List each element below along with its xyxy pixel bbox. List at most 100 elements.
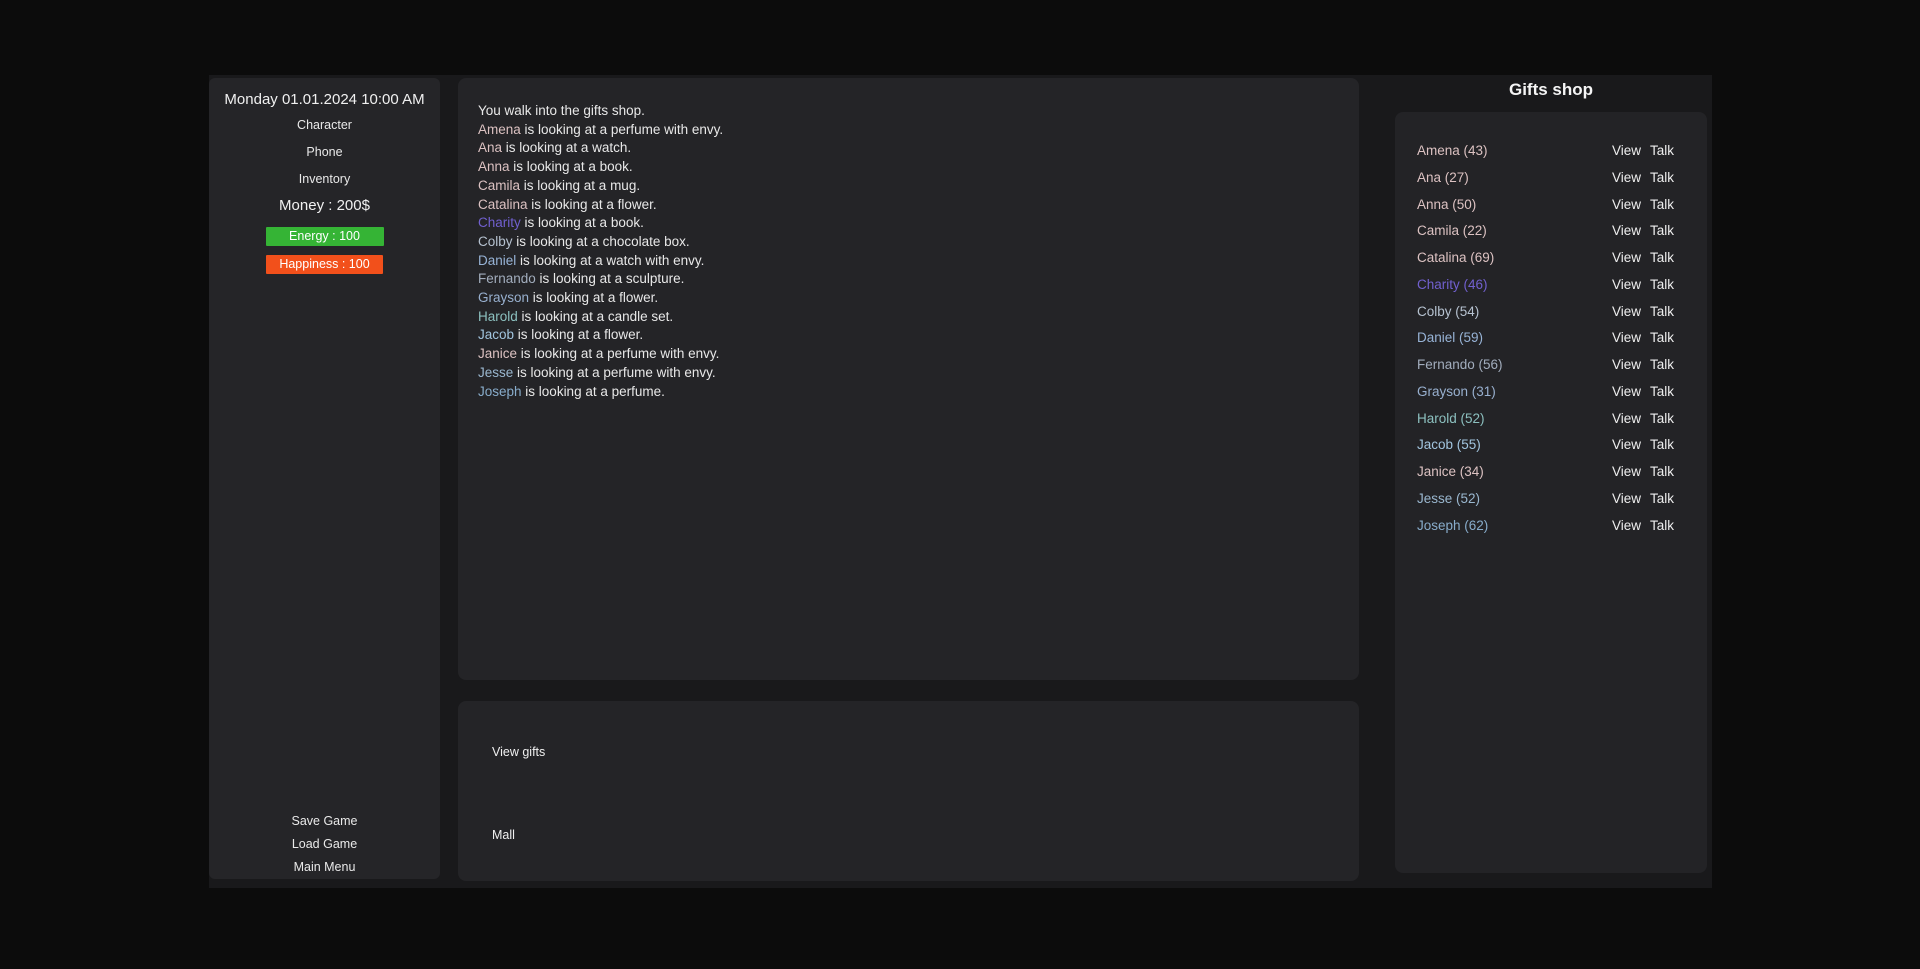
view-link[interactable]: View — [1612, 165, 1641, 192]
shop-character-name: Jesse (52) — [1417, 486, 1480, 513]
talk-link[interactable]: Talk — [1650, 459, 1674, 486]
save-game-button[interactable]: Save Game — [209, 810, 440, 833]
log-line: Fernando is looking at a sculpture. — [478, 270, 1339, 289]
view-link[interactable]: View — [1612, 325, 1641, 352]
view-link[interactable]: View — [1612, 272, 1641, 299]
log-line: Catalina is looking at a flower. — [478, 196, 1339, 215]
shop-row: Jesse (52) View Talk — [1395, 486, 1707, 513]
shop-row: Daniel (59) View Talk — [1395, 325, 1707, 352]
shop-character-name: Harold (52) — [1417, 406, 1485, 433]
view-link[interactable]: View — [1612, 459, 1641, 486]
log-line: Harold is looking at a candle set. — [478, 308, 1339, 327]
shop-row: Camila (22) View Talk — [1395, 218, 1707, 245]
talk-link[interactable]: Talk — [1650, 245, 1674, 272]
happiness-badge: Happiness : 100 — [266, 255, 383, 274]
energy-badge: Energy : 100 — [266, 227, 384, 246]
log-character-name: Camila — [478, 178, 520, 193]
log-character-name: Amena — [478, 122, 521, 137]
log-line: Charity is looking at a book. — [478, 214, 1339, 233]
view-link[interactable]: View — [1612, 352, 1641, 379]
shop-title: Gifts shop — [1395, 80, 1707, 102]
sidebar-item-inventory[interactable]: Inventory — [209, 167, 440, 191]
view-link[interactable]: View — [1612, 432, 1641, 459]
talk-link[interactable]: Talk — [1650, 218, 1674, 245]
talk-link[interactable]: Talk — [1650, 486, 1674, 513]
talk-link[interactable]: Talk — [1650, 406, 1674, 433]
mall-button[interactable]: Mall — [492, 827, 515, 843]
main-menu-button[interactable]: Main Menu — [209, 856, 440, 879]
log-line: Jesse is looking at a perfume with envy. — [478, 364, 1339, 383]
talk-link[interactable]: Talk — [1650, 513, 1674, 540]
shop-character-name: Grayson (31) — [1417, 379, 1496, 406]
log-character-name: Grayson — [478, 290, 529, 305]
shop-row: Catalina (69) View Talk — [1395, 245, 1707, 272]
view-link[interactable]: View — [1612, 192, 1641, 219]
talk-link[interactable]: Talk — [1650, 165, 1674, 192]
talk-link[interactable]: Talk — [1650, 432, 1674, 459]
log-character-name: Janice — [478, 346, 517, 361]
shop-character-name: Catalina (69) — [1417, 245, 1494, 272]
log-line: Daniel is looking at a watch with envy. — [478, 252, 1339, 271]
shop-row: Amena (43) View Talk — [1395, 138, 1707, 165]
view-gifts-button[interactable]: View gifts — [492, 744, 545, 760]
shop-character-name: Amena (43) — [1417, 138, 1488, 165]
view-link[interactable]: View — [1612, 218, 1641, 245]
talk-link[interactable]: Talk — [1650, 272, 1674, 299]
sidebar-item-character[interactable]: Character — [209, 113, 440, 137]
log-character-name: Charity — [478, 215, 521, 230]
log-character-name: Harold — [478, 309, 518, 324]
log-line: Janice is looking at a perfume with envy… — [478, 345, 1339, 364]
log-character-name: Daniel — [478, 253, 516, 268]
money-label: Money : 200$ — [209, 196, 440, 216]
shop-character-name: Ana (27) — [1417, 165, 1469, 192]
shop-character-name: Joseph (62) — [1417, 513, 1488, 540]
view-link[interactable]: View — [1612, 379, 1641, 406]
talk-link[interactable]: Talk — [1650, 192, 1674, 219]
talk-link[interactable]: Talk — [1650, 352, 1674, 379]
event-log-panel: You walk into the gifts shop.Amena is lo… — [458, 78, 1359, 680]
sidebar-item-phone[interactable]: Phone — [209, 140, 440, 164]
shop-character-list: Amena (43)ViewTalkAna (27)ViewTalkAnna (… — [1395, 138, 1707, 539]
view-link[interactable]: View — [1612, 299, 1641, 326]
talk-link[interactable]: Talk — [1650, 325, 1674, 352]
view-link[interactable]: View — [1612, 406, 1641, 433]
shop-character-name: Fernando (56) — [1417, 352, 1503, 379]
view-link[interactable]: View — [1612, 245, 1641, 272]
actions-panel: View gifts Mall — [458, 701, 1359, 881]
log-line: Jacob is looking at a flower. — [478, 326, 1339, 345]
shop-row: Ana (27) View Talk — [1395, 165, 1707, 192]
shop-row: Charity (46) View Talk — [1395, 272, 1707, 299]
game-root: { "sidebar": { "date": "Monday 01.01.202… — [0, 0, 1920, 969]
log-character-name: Jesse — [478, 365, 513, 380]
view-link[interactable]: View — [1612, 513, 1641, 540]
event-log-lines: You walk into the gifts shop.Amena is lo… — [478, 102, 1339, 401]
sidebar-bottom-menu: Save Game Load Game Main Menu — [209, 810, 440, 879]
load-game-button[interactable]: Load Game — [209, 833, 440, 856]
log-character-name: Joseph — [478, 384, 522, 399]
shop-row: Jacob (55) View Talk — [1395, 432, 1707, 459]
shop-row: Anna (50)ViewTalk — [1395, 192, 1707, 219]
talk-link[interactable]: Talk — [1650, 299, 1674, 326]
view-link[interactable]: View — [1612, 138, 1641, 165]
shop-row: Joseph (62) View Talk — [1395, 513, 1707, 540]
shop-character-name: Charity (46) — [1417, 272, 1488, 299]
log-line: Camila is looking at a mug. — [478, 177, 1339, 196]
shop-row: Colby (54)ViewTalk — [1395, 299, 1707, 326]
log-line: Anna is looking at a book. — [478, 158, 1339, 177]
log-line: Ana is looking at a watch. — [478, 139, 1339, 158]
view-link[interactable]: View — [1612, 486, 1641, 513]
shop-row: Grayson (31) View Talk — [1395, 379, 1707, 406]
talk-link[interactable]: Talk — [1650, 138, 1674, 165]
log-line: Amena is looking at a perfume with envy. — [478, 121, 1339, 140]
log-character-name: Jacob — [478, 327, 514, 342]
shop-character-name: Jacob (55) — [1417, 432, 1481, 459]
talk-link[interactable]: Talk — [1650, 379, 1674, 406]
shop-character-name: Camila (22) — [1417, 218, 1487, 245]
log-line: You walk into the gifts shop. — [478, 102, 1339, 121]
log-character-name: Catalina — [478, 197, 528, 212]
shop-row: Fernando (56) View Talk — [1395, 352, 1707, 379]
shop-row: Harold (52) View Talk — [1395, 406, 1707, 433]
log-character-name: Anna — [478, 159, 510, 174]
log-line: Grayson is looking at a flower. — [478, 289, 1339, 308]
shop-character-name: Daniel (59) — [1417, 325, 1483, 352]
